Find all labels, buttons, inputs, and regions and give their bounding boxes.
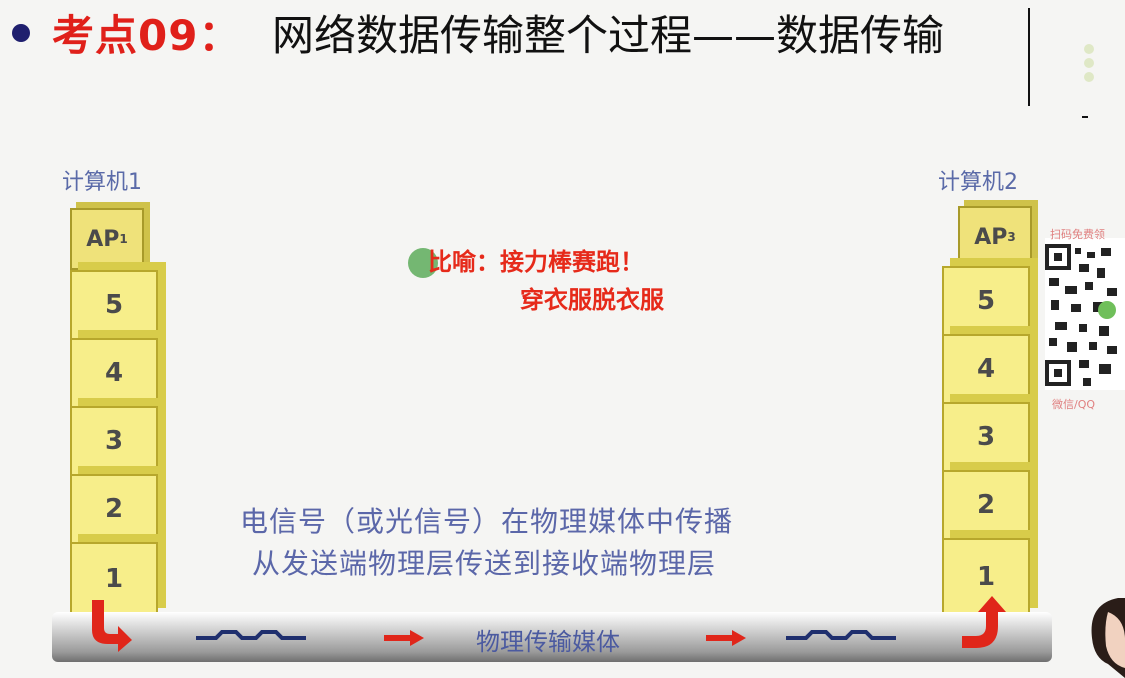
layer-3-box: 3 — [942, 402, 1030, 472]
computer-2-label: 计算机2 — [938, 170, 1018, 195]
signal-wave-icon — [786, 630, 896, 640]
qr-caption-bottom: 微信/QQ — [1052, 398, 1096, 411]
layer-4-box: 4 — [70, 338, 158, 408]
ap-label: AP — [974, 224, 1008, 250]
description-line-2: 从发送端物理层传送到接收端物理层 — [252, 547, 717, 580]
text-cursor-icon — [1028, 8, 1030, 106]
arrow-down-curve-icon — [92, 600, 132, 652]
arrow-up-curve-icon — [962, 596, 1006, 648]
bullet-icon — [12, 24, 30, 42]
layer-3-box: 3 — [70, 406, 158, 476]
layer-5-box: 5 — [70, 270, 158, 340]
computer-2-ap-box: AP 3 — [958, 206, 1032, 268]
ap-label: AP — [86, 226, 120, 252]
arrow-right-icon — [706, 630, 746, 646]
pipe-label: 物理传输媒体 — [476, 628, 620, 656]
arrow-right-icon — [384, 630, 424, 646]
title-prefix: 考点09： — [52, 11, 242, 60]
computer-1-label: 计算机1 — [62, 170, 142, 195]
dash-mark — [1082, 116, 1088, 118]
ap-subscript: 1 — [119, 232, 128, 246]
ap-subscript: 3 — [1007, 230, 1016, 244]
title-main: 网络数据传输整个过程——数据传输 — [272, 11, 945, 60]
metaphor-line-1: 比喻：接力棒赛跑！ — [428, 248, 644, 276]
qr-caption-top: 扫码免费领 — [1050, 228, 1105, 241]
description-line-1: 电信号（或光信号）在物理媒体中传播 — [240, 505, 734, 538]
layer-4-box: 4 — [942, 334, 1030, 404]
decoration-dots — [1084, 40, 1098, 90]
slide-title-bar: 考点09： 网络数据传输整个过程——数据传输 — [0, 0, 1125, 60]
qr-code-panel[interactable] — [1045, 238, 1125, 390]
qr-code-icon — [1045, 238, 1125, 390]
layer-2-box: 2 — [70, 474, 158, 544]
signal-wave-icon — [196, 630, 306, 640]
layer-5-box: 5 — [942, 266, 1030, 336]
metaphor-line-2: 穿衣服脱衣服 — [520, 286, 664, 314]
computer-1-ap-box: AP 1 — [70, 208, 144, 270]
layer-2-box: 2 — [942, 470, 1030, 540]
presenter-video-thumbnail — [1078, 598, 1125, 678]
